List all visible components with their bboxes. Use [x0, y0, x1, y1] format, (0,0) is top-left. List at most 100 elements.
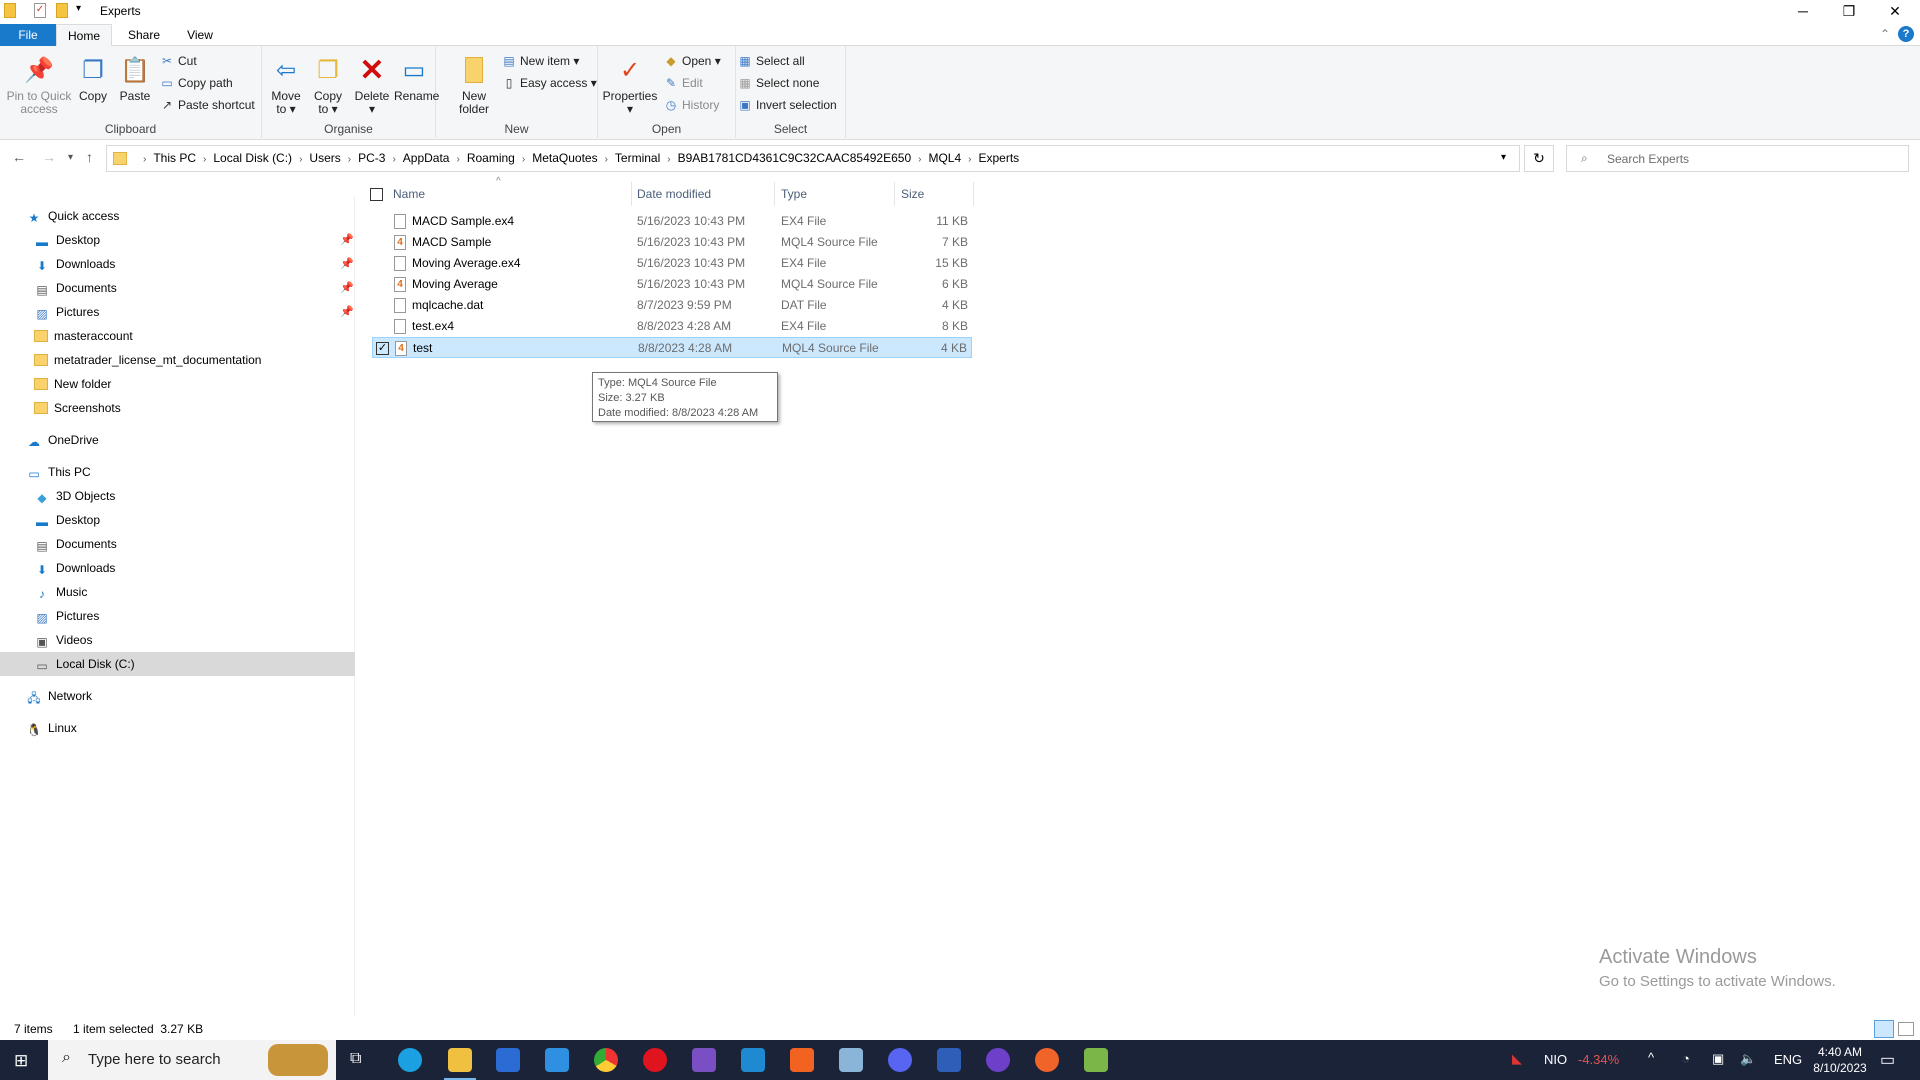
- breadcrumb-separator-icon[interactable]: ›: [968, 154, 971, 165]
- open-button[interactable]: ◆ Open ▾: [664, 54, 720, 68]
- file-explorer-icon[interactable]: [448, 1048, 472, 1072]
- breadcrumb-item[interactable]: Local Disk (C:): [213, 151, 292, 165]
- new-folder-button[interactable]: New folder: [456, 54, 492, 116]
- nav-item-network[interactable]: 🖧 Network: [0, 684, 92, 708]
- file-row[interactable]: test.ex4 8/8/2023 4:28 AM EX4 File 8 KB: [372, 316, 972, 337]
- up-button[interactable]: ↑: [86, 149, 93, 165]
- column-type[interactable]: Type: [781, 187, 807, 201]
- notepad-icon[interactable]: [839, 1048, 863, 1072]
- pin-to-quick-access-button[interactable]: 📌 Pin to Quick access: [4, 54, 74, 116]
- nav-item-pc-downloads[interactable]: ⬇ Downloads: [0, 556, 115, 580]
- breadcrumb-item[interactable]: B9AB1781CD4361C9C32CAAC85492E650: [678, 151, 912, 165]
- paste-button[interactable]: 📋 Paste: [116, 54, 154, 103]
- edge-icon[interactable]: [398, 1048, 422, 1072]
- copy-button[interactable]: ❐ Copy: [76, 54, 110, 103]
- history-button[interactable]: ◷ History: [664, 98, 720, 112]
- search-input[interactable]: ⌕ Search Experts: [1566, 145, 1909, 172]
- chrome-icon[interactable]: [594, 1048, 618, 1072]
- stock-ticker[interactable]: NIO: [1544, 1052, 1567, 1067]
- column-date-modified[interactable]: Date modified: [637, 187, 711, 201]
- breadcrumb-item[interactable]: Experts: [979, 151, 1020, 165]
- language-indicator[interactable]: ENG: [1774, 1052, 1802, 1067]
- large-icons-view-button[interactable]: [1898, 1022, 1914, 1036]
- metatrader-icon[interactable]: [1084, 1048, 1108, 1072]
- show-hidden-icons[interactable]: ^: [1648, 1050, 1654, 1065]
- file-row[interactable]: 4 Moving Average 5/16/2023 10:43 PM MQL4 So…: [372, 274, 972, 295]
- powershell-icon[interactable]: [937, 1048, 961, 1072]
- nav-item-this-pc[interactable]: ▭ This PC: [0, 460, 90, 484]
- pin-icon[interactable]: 📌: [340, 252, 354, 276]
- select-none-button[interactable]: ▦ Select none: [738, 76, 819, 90]
- clock[interactable]: 4:40 AM 8/10/2023: [1810, 1044, 1870, 1076]
- breadcrumb-item[interactable]: MQL4: [928, 151, 961, 165]
- github-desktop-icon[interactable]: [986, 1048, 1010, 1072]
- visual-studio-icon[interactable]: [692, 1048, 716, 1072]
- nav-item-new-folder[interactable]: New folder: [0, 372, 111, 396]
- breadcrumb-item[interactable]: MetaQuotes: [532, 151, 597, 165]
- move-to-button[interactable]: ⇦ Move to ▾: [268, 54, 304, 116]
- nav-item-screenshots[interactable]: Screenshots: [0, 396, 121, 420]
- minimize-ribbon-icon[interactable]: ⌃: [1880, 27, 1890, 41]
- minimize-button[interactable]: ─: [1780, 0, 1826, 24]
- tab-view[interactable]: View: [172, 24, 228, 46]
- breadcrumb-item[interactable]: Roaming: [467, 151, 515, 165]
- app-icon[interactable]: [790, 1048, 814, 1072]
- customize-quick-access-icon[interactable]: ▾: [76, 3, 81, 14]
- store-icon[interactable]: [496, 1048, 520, 1072]
- copy-to-button[interactable]: ❐ Copy to ▾: [310, 54, 346, 116]
- edit-button[interactable]: ✎ Edit: [664, 76, 703, 90]
- file-row[interactable]: Moving Average.ex4 5/16/2023 10:43 PM EX4 …: [372, 253, 972, 274]
- breadcrumb-separator-icon[interactable]: ›: [299, 154, 302, 165]
- breadcrumb-separator-icon[interactable]: ›: [918, 154, 921, 165]
- nav-item-pc-desktop[interactable]: ▬ Desktop: [0, 508, 100, 532]
- rename-button[interactable]: ▭ Rename: [394, 54, 439, 103]
- details-view-button[interactable]: [1874, 1020, 1894, 1038]
- breadcrumb-item[interactable]: AppData: [403, 151, 450, 165]
- file-row[interactable]: ✓ 4 test 8/8/2023 4:28 AM MQL4 Source File 4 …: [372, 337, 972, 358]
- tab-file[interactable]: File: [0, 24, 56, 46]
- paste-shortcut-button[interactable]: ↗ Paste shortcut: [160, 98, 255, 112]
- column-size[interactable]: Size: [901, 187, 924, 201]
- breadcrumb-separator-icon[interactable]: ›: [456, 154, 459, 165]
- pin-icon[interactable]: 📌: [340, 228, 354, 252]
- pin-icon[interactable]: 📌: [340, 276, 354, 300]
- nav-item-pc-3d-objects[interactable]: ◆ 3D Objects: [0, 484, 115, 508]
- new-item-button[interactable]: ▤ New item ▾: [502, 54, 579, 68]
- nav-item-metatrader-license-mt-documentation[interactable]: metatrader_license_mt_documentation: [0, 348, 261, 372]
- close-button[interactable]: ✕: [1872, 0, 1918, 24]
- tab-share[interactable]: Share: [116, 24, 172, 46]
- new-folder-quick-icon[interactable]: [56, 3, 68, 18]
- back-button[interactable]: ←: [12, 149, 26, 165]
- taskbar-search[interactable]: ⌕ Type here to search: [48, 1040, 336, 1080]
- file-row[interactable]: mqlcache.dat 8/7/2023 9:59 PM DAT File 4 KB: [372, 295, 972, 316]
- network-icon[interactable]: ◔: [1682, 1051, 1690, 1066]
- breadcrumb-separator-icon[interactable]: ›: [392, 154, 395, 165]
- start-button[interactable]: ⊞: [14, 1051, 28, 1071]
- refresh-button[interactable]: ↻: [1524, 145, 1554, 172]
- discord-icon[interactable]: [888, 1048, 912, 1072]
- help-icon[interactable]: ?: [1898, 26, 1914, 42]
- nav-item-desktop[interactable]: ▬ Desktop 📌: [0, 228, 354, 252]
- properties-quick-icon[interactable]: ✓: [34, 3, 46, 18]
- tab-home[interactable]: Home: [56, 24, 112, 47]
- camera-icon[interactable]: ▣: [1712, 1051, 1724, 1067]
- easy-access-button[interactable]: ▯ Easy access ▾: [502, 76, 597, 90]
- nav-item-linux[interactable]: 🐧 Linux: [0, 716, 77, 740]
- breadcrumb-separator-icon[interactable]: ›: [143, 154, 146, 165]
- notifications-icon[interactable]: ▭: [1880, 1050, 1895, 1070]
- select-all-checkbox[interactable]: [370, 188, 383, 201]
- breadcrumb-item[interactable]: Users: [309, 151, 340, 165]
- recent-locations-icon[interactable]: ▾: [68, 152, 73, 163]
- invert-selection-button[interactable]: ▣ Invert selection: [738, 98, 836, 112]
- breadcrumb-separator-icon[interactable]: ›: [605, 154, 608, 165]
- nav-item-pictures[interactable]: ▨ Pictures 📌: [0, 300, 353, 324]
- nav-item-pc-documents[interactable]: ▤ Documents: [0, 532, 116, 556]
- breadcrumb-separator-icon[interactable]: ›: [348, 154, 351, 165]
- restore-button[interactable]: ❐: [1826, 0, 1872, 24]
- task-view-button[interactable]: ⧉: [350, 1050, 361, 1068]
- nav-item-onedrive[interactable]: ☁ OneDrive: [0, 428, 99, 452]
- nav-item-pc-music[interactable]: ♪ Music: [0, 580, 87, 604]
- properties-button[interactable]: ✓ Properties ▾: [600, 54, 660, 116]
- nav-item-masteraccount[interactable]: masteraccount: [0, 324, 133, 348]
- file-row[interactable]: 4 MACD Sample 5/16/2023 10:43 PM MQL4 Sourc…: [372, 232, 972, 253]
